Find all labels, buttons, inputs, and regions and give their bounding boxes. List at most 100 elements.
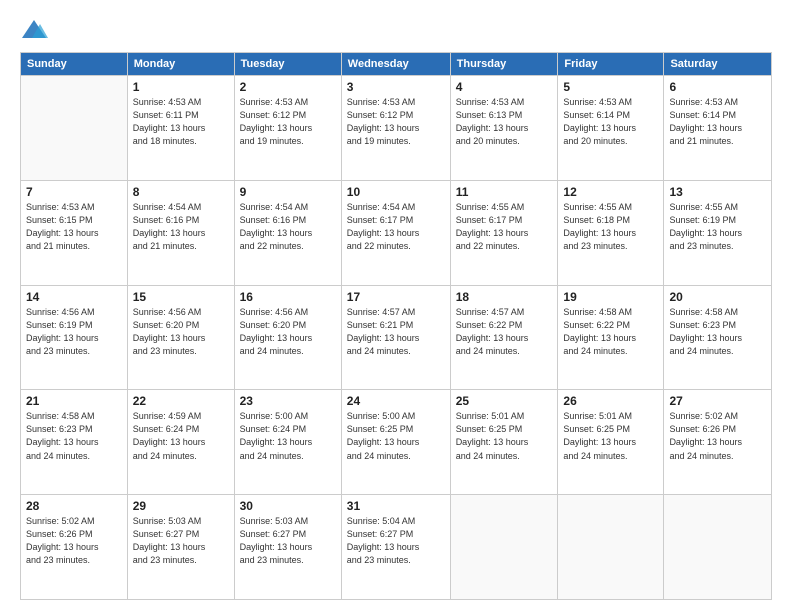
week-row-0: 1 Sunrise: 4:53 AMSunset: 6:11 PMDaylight… bbox=[21, 76, 772, 181]
page: SundayMondayTuesdayWednesdayThursdayFrid… bbox=[0, 0, 792, 612]
day-info: Sunrise: 4:53 AMSunset: 6:14 PMDaylight:… bbox=[563, 96, 658, 148]
day-info: Sunrise: 4:54 AMSunset: 6:17 PMDaylight:… bbox=[347, 201, 445, 253]
calendar-body: 1 Sunrise: 4:53 AMSunset: 6:11 PMDaylight… bbox=[21, 76, 772, 600]
day-info: Sunrise: 5:04 AMSunset: 6:27 PMDaylight:… bbox=[347, 515, 445, 567]
day-cell: 2 Sunrise: 4:53 AMSunset: 6:12 PMDaylight… bbox=[234, 76, 341, 181]
day-cell: 25 Sunrise: 5:01 AMSunset: 6:25 PMDayligh… bbox=[450, 390, 558, 495]
day-info: Sunrise: 4:54 AMSunset: 6:16 PMDaylight:… bbox=[133, 201, 229, 253]
day-cell: 5 Sunrise: 4:53 AMSunset: 6:14 PMDaylight… bbox=[558, 76, 664, 181]
header bbox=[20, 18, 772, 42]
day-cell: 28Sunrise: 5:02 AMSunset: 6:26 PMDayligh… bbox=[21, 495, 128, 600]
day-info: Sunrise: 4:58 AMSunset: 6:23 PMDaylight:… bbox=[669, 306, 766, 358]
logo bbox=[20, 18, 52, 42]
calendar-table: SundayMondayTuesdayWednesdayThursdayFrid… bbox=[20, 52, 772, 600]
day-number: 29 bbox=[133, 499, 229, 513]
day-number: 14 bbox=[26, 290, 122, 304]
day-info: Sunrise: 4:53 AMSunset: 6:11 PMDaylight:… bbox=[133, 96, 229, 148]
day-info: Sunrise: 5:01 AMSunset: 6:25 PMDaylight:… bbox=[456, 410, 553, 462]
week-row-2: 14Sunrise: 4:56 AMSunset: 6:19 PMDayligh… bbox=[21, 285, 772, 390]
day-cell: 17Sunrise: 4:57 AMSunset: 6:21 PMDayligh… bbox=[341, 285, 450, 390]
day-info: Sunrise: 4:55 AMSunset: 6:19 PMDaylight:… bbox=[669, 201, 766, 253]
day-info: Sunrise: 5:00 AMSunset: 6:25 PMDaylight:… bbox=[347, 410, 445, 462]
day-info: Sunrise: 5:03 AMSunset: 6:27 PMDaylight:… bbox=[240, 515, 336, 567]
day-number: 5 bbox=[563, 80, 658, 94]
day-info: Sunrise: 4:57 AMSunset: 6:22 PMDaylight:… bbox=[456, 306, 553, 358]
day-number: 21 bbox=[26, 394, 122, 408]
day-number: 31 bbox=[347, 499, 445, 513]
day-number: 2 bbox=[240, 80, 336, 94]
header-cell-wednesday: Wednesday bbox=[341, 53, 450, 76]
day-cell: 27 Sunrise: 5:02 AMSunset: 6:26 PMDayligh… bbox=[664, 390, 772, 495]
day-number: 27 bbox=[669, 394, 766, 408]
day-number: 10 bbox=[347, 185, 445, 199]
header-cell-monday: Monday bbox=[127, 53, 234, 76]
day-info: Sunrise: 4:58 AMSunset: 6:23 PMDaylight:… bbox=[26, 410, 122, 462]
day-info: Sunrise: 4:56 AMSunset: 6:20 PMDaylight:… bbox=[133, 306, 229, 358]
day-cell: 9 Sunrise: 4:54 AMSunset: 6:16 PMDaylight… bbox=[234, 180, 341, 285]
day-number: 22 bbox=[133, 394, 229, 408]
day-number: 13 bbox=[669, 185, 766, 199]
day-info: Sunrise: 4:53 AMSunset: 6:14 PMDaylight:… bbox=[669, 96, 766, 148]
header-cell-saturday: Saturday bbox=[664, 53, 772, 76]
day-number: 6 bbox=[669, 80, 766, 94]
day-number: 18 bbox=[456, 290, 553, 304]
day-info: Sunrise: 5:02 AMSunset: 6:26 PMDaylight:… bbox=[669, 410, 766, 462]
day-info: Sunrise: 4:59 AMSunset: 6:24 PMDaylight:… bbox=[133, 410, 229, 462]
day-info: Sunrise: 5:00 AMSunset: 6:24 PMDaylight:… bbox=[240, 410, 336, 462]
day-number: 9 bbox=[240, 185, 336, 199]
day-info: Sunrise: 5:01 AMSunset: 6:25 PMDaylight:… bbox=[563, 410, 658, 462]
day-cell: 1 Sunrise: 4:53 AMSunset: 6:11 PMDaylight… bbox=[127, 76, 234, 181]
day-cell: 19Sunrise: 4:58 AMSunset: 6:22 PMDayligh… bbox=[558, 285, 664, 390]
day-cell bbox=[450, 495, 558, 600]
day-cell: 4 Sunrise: 4:53 AMSunset: 6:13 PMDaylight… bbox=[450, 76, 558, 181]
day-number: 11 bbox=[456, 185, 553, 199]
header-cell-sunday: Sunday bbox=[21, 53, 128, 76]
day-number: 15 bbox=[133, 290, 229, 304]
day-info: Sunrise: 4:58 AMSunset: 6:22 PMDaylight:… bbox=[563, 306, 658, 358]
day-number: 8 bbox=[133, 185, 229, 199]
day-info: Sunrise: 4:55 AMSunset: 6:18 PMDaylight:… bbox=[563, 201, 658, 253]
day-number: 4 bbox=[456, 80, 553, 94]
day-number: 16 bbox=[240, 290, 336, 304]
day-info: Sunrise: 4:53 AMSunset: 6:15 PMDaylight:… bbox=[26, 201, 122, 253]
day-number: 30 bbox=[240, 499, 336, 513]
header-row: SundayMondayTuesdayWednesdayThursdayFrid… bbox=[21, 53, 772, 76]
day-number: 20 bbox=[669, 290, 766, 304]
day-number: 26 bbox=[563, 394, 658, 408]
day-cell: 13 Sunrise: 4:55 AMSunset: 6:19 PMDayligh… bbox=[664, 180, 772, 285]
calendar-header: SundayMondayTuesdayWednesdayThursdayFrid… bbox=[21, 53, 772, 76]
header-cell-thursday: Thursday bbox=[450, 53, 558, 76]
day-cell: 26 Sunrise: 5:01 AMSunset: 6:25 PMDayligh… bbox=[558, 390, 664, 495]
logo-icon bbox=[20, 18, 48, 42]
day-number: 24 bbox=[347, 394, 445, 408]
day-cell: 22 Sunrise: 4:59 AMSunset: 6:24 PMDayligh… bbox=[127, 390, 234, 495]
day-cell: 24 Sunrise: 5:00 AMSunset: 6:25 PMDayligh… bbox=[341, 390, 450, 495]
day-cell: 15 Sunrise: 4:56 AMSunset: 6:20 PMDayligh… bbox=[127, 285, 234, 390]
day-info: Sunrise: 4:54 AMSunset: 6:16 PMDaylight:… bbox=[240, 201, 336, 253]
week-row-4: 28Sunrise: 5:02 AMSunset: 6:26 PMDayligh… bbox=[21, 495, 772, 600]
day-cell: 29 Sunrise: 5:03 AMSunset: 6:27 PMDayligh… bbox=[127, 495, 234, 600]
day-cell: 10 Sunrise: 4:54 AMSunset: 6:17 PMDayligh… bbox=[341, 180, 450, 285]
day-number: 3 bbox=[347, 80, 445, 94]
day-cell: 31 Sunrise: 5:04 AMSunset: 6:27 PMDayligh… bbox=[341, 495, 450, 600]
day-info: Sunrise: 5:03 AMSunset: 6:27 PMDaylight:… bbox=[133, 515, 229, 567]
day-cell: 20 Sunrise: 4:58 AMSunset: 6:23 PMDayligh… bbox=[664, 285, 772, 390]
header-cell-tuesday: Tuesday bbox=[234, 53, 341, 76]
day-info: Sunrise: 4:57 AMSunset: 6:21 PMDaylight:… bbox=[347, 306, 445, 358]
day-info: Sunrise: 4:53 AMSunset: 6:13 PMDaylight:… bbox=[456, 96, 553, 148]
week-row-3: 21 Sunrise: 4:58 AMSunset: 6:23 PMDayligh… bbox=[21, 390, 772, 495]
day-cell: 21 Sunrise: 4:58 AMSunset: 6:23 PMDayligh… bbox=[21, 390, 128, 495]
day-number: 25 bbox=[456, 394, 553, 408]
day-cell: 3 Sunrise: 4:53 AMSunset: 6:12 PMDaylight… bbox=[341, 76, 450, 181]
day-cell: 7Sunrise: 4:53 AMSunset: 6:15 PMDaylight… bbox=[21, 180, 128, 285]
day-cell: 12Sunrise: 4:55 AMSunset: 6:18 PMDayligh… bbox=[558, 180, 664, 285]
day-info: Sunrise: 4:53 AMSunset: 6:12 PMDaylight:… bbox=[240, 96, 336, 148]
day-cell: 8 Sunrise: 4:54 AMSunset: 6:16 PMDaylight… bbox=[127, 180, 234, 285]
day-info: Sunrise: 4:53 AMSunset: 6:12 PMDaylight:… bbox=[347, 96, 445, 148]
day-info: Sunrise: 4:55 AMSunset: 6:17 PMDaylight:… bbox=[456, 201, 553, 253]
day-number: 23 bbox=[240, 394, 336, 408]
day-number: 1 bbox=[133, 80, 229, 94]
day-cell bbox=[558, 495, 664, 600]
week-row-1: 7Sunrise: 4:53 AMSunset: 6:15 PMDaylight… bbox=[21, 180, 772, 285]
day-cell: 30 Sunrise: 5:03 AMSunset: 6:27 PMDayligh… bbox=[234, 495, 341, 600]
